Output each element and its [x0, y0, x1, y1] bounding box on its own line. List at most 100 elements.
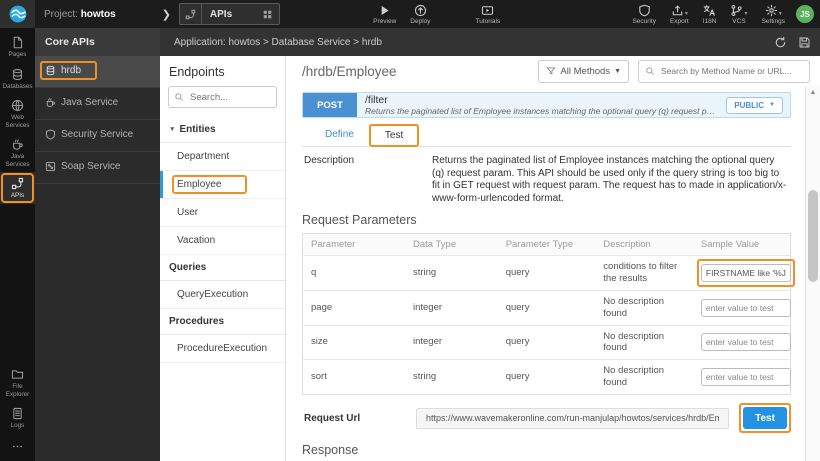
sample-value-input-q[interactable]: [701, 264, 791, 282]
sample-value-wrap: [701, 264, 791, 282]
service-item-hrdb[interactable]: hrdb: [35, 56, 160, 88]
main-toolbar: /hrdb/Employee All Methods ▼: [286, 56, 820, 86]
endpoint-item-queryexecution[interactable]: QueryExecution: [160, 281, 285, 309]
column-header-parameter: Parameter: [303, 234, 405, 256]
service-item-inner: hrdb: [43, 64, 83, 77]
sidebar-item-pages[interactable]: Pages: [0, 31, 35, 63]
vcs-button[interactable]: ▾VCS: [730, 4, 747, 25]
endpoint-item-employee[interactable]: Employee: [160, 171, 285, 199]
service-item-java-service[interactable]: Java Service: [35, 88, 160, 120]
section-label: Queries: [169, 262, 206, 273]
cell-description: No description found: [595, 325, 693, 360]
sidebar-item-file-explorer[interactable]: File Explorer: [0, 363, 35, 402]
main-panel: /hrdb/Employee All Methods ▼ POST: [286, 56, 820, 461]
sample-value-input-page[interactable]: [701, 299, 791, 317]
export-button[interactable]: ▾Export: [670, 4, 689, 25]
endpoints-search[interactable]: [168, 86, 277, 108]
sidebar-item-label: Java Services: [2, 153, 34, 168]
cell-sample-value: [693, 325, 791, 360]
operation-summary: Returns the paginated list of Employee i…: [365, 106, 718, 116]
column-header-parameter-type: Parameter Type: [498, 234, 596, 256]
more-options-button[interactable]: [0, 434, 35, 461]
endpoint-item-label: Department: [177, 151, 229, 162]
sidebar-item-databases[interactable]: Databases: [0, 63, 35, 95]
endpoints-section-procedures[interactable]: Procedures: [160, 309, 285, 335]
service-item-security-service[interactable]: Security Service: [35, 120, 160, 152]
endpoints-search-input[interactable]: [188, 91, 271, 104]
more-icon: [11, 440, 24, 453]
service-item-label: Security Service: [61, 129, 133, 140]
chevron-down-icon: ▾: [685, 10, 688, 17]
save-icon[interactable]: [798, 36, 811, 49]
cell-parameter-type: query: [498, 360, 596, 395]
test-button[interactable]: Test: [743, 407, 787, 429]
page-title: /hrdb/Employee: [302, 64, 397, 79]
wavemaker-logo[interactable]: [0, 0, 35, 28]
sample-value-input-size[interactable]: [701, 333, 791, 351]
tab-define[interactable]: Define: [310, 124, 369, 146]
coffee-icon: [11, 138, 24, 151]
cell-parameter: q: [303, 256, 405, 291]
application-header: Application: howtos > Database Service >…: [160, 28, 820, 56]
endpoint-item-procedureexecution[interactable]: ProcedureExecution: [160, 335, 285, 363]
endpoint-item-label: ProcedureExecution: [177, 343, 267, 354]
scroll-up-icon[interactable]: ▲: [806, 86, 820, 96]
sidebar-item-apis[interactable]: APIs: [0, 172, 35, 204]
settings-button[interactable]: ▾Settings: [762, 4, 786, 25]
action-label: VCS: [732, 18, 745, 25]
endpoint-item-label: Vacation: [177, 235, 215, 246]
endpoint-item-vacation[interactable]: Vacation: [160, 227, 285, 255]
method-search[interactable]: [638, 60, 810, 83]
video-icon: [481, 4, 494, 17]
table-header-row: ParameterData TypeParameter TypeDescript…: [303, 234, 791, 256]
refresh-icon[interactable]: [774, 36, 787, 49]
method-badge[interactable]: POST: [303, 93, 357, 117]
security-button[interactable]: Security: [632, 4, 655, 25]
method-search-input[interactable]: [659, 65, 803, 77]
deploy-button[interactable]: Deploy: [410, 4, 430, 25]
sample-value-wrap: [701, 368, 791, 386]
cell-description: conditions to filter the results: [595, 256, 693, 291]
section-label: Entities: [179, 124, 215, 135]
methods-filter-dropdown[interactable]: All Methods ▼: [538, 60, 629, 83]
main-scrollbar[interactable]: ▲: [805, 86, 820, 461]
description-text: Returns the paginated list of Employee i…: [432, 155, 789, 205]
workspace-tab-apis[interactable]: APIs: [179, 3, 280, 25]
sidebar-item-java-services[interactable]: Java Services: [0, 133, 35, 172]
api-node-icon: [185, 9, 196, 20]
sidebar-item-logs[interactable]: Logs: [0, 402, 35, 434]
cell-parameter: size: [303, 325, 405, 360]
sidebar-item-label: File Explorer: [2, 383, 34, 398]
service-item-inner: Java Service: [43, 96, 120, 109]
column-header-sample-value: Sample Value: [693, 234, 791, 256]
description-label: Description: [304, 155, 432, 205]
endpoints-list: ▼Entities Department EmployeeUser Vacation Q…: [160, 117, 285, 363]
core-apis-panel: Core APIs hrdbJava ServiceSecurity Servi…: [35, 28, 160, 461]
endpoints-section-entities[interactable]: ▼Entities: [160, 117, 285, 143]
preview-button[interactable]: Preview: [373, 4, 396, 25]
tutorials-button[interactable]: Tutorials: [476, 4, 501, 25]
tab-test[interactable]: Test: [369, 124, 419, 147]
endpoint-item-user[interactable]: User: [160, 199, 285, 227]
project-name: Project: howtos: [44, 9, 116, 20]
sample-value-input-sort[interactable]: [701, 368, 791, 386]
endpoint-item-department[interactable]: Department: [160, 143, 285, 171]
api-operation-row[interactable]: POST /filter Returns the paginated list …: [302, 92, 791, 118]
scrollbar-thumb[interactable]: [808, 190, 818, 282]
sidebar-item-web-services[interactable]: Web Services: [0, 94, 35, 133]
cell-sample-value: [693, 360, 791, 395]
endpoints-section-queries[interactable]: Queries: [160, 255, 285, 281]
visibility-dropdown[interactable]: PUBLIC ▼: [726, 97, 783, 114]
column-header-description: Description: [595, 234, 693, 256]
cell-data-type: integer: [405, 325, 498, 360]
service-item-soap-service[interactable]: Soap Service: [35, 152, 160, 184]
action-label: Export: [670, 18, 689, 25]
grid-icon[interactable]: [262, 9, 279, 20]
user-avatar[interactable]: JS: [796, 5, 814, 23]
filter-icon: [546, 66, 556, 76]
globe-icon: [11, 99, 24, 112]
i18n-button[interactable]: I18N: [703, 4, 717, 25]
column-header-data-type: Data Type: [405, 234, 498, 256]
request-url-input[interactable]: [416, 408, 729, 429]
action-label: Settings: [762, 18, 786, 25]
